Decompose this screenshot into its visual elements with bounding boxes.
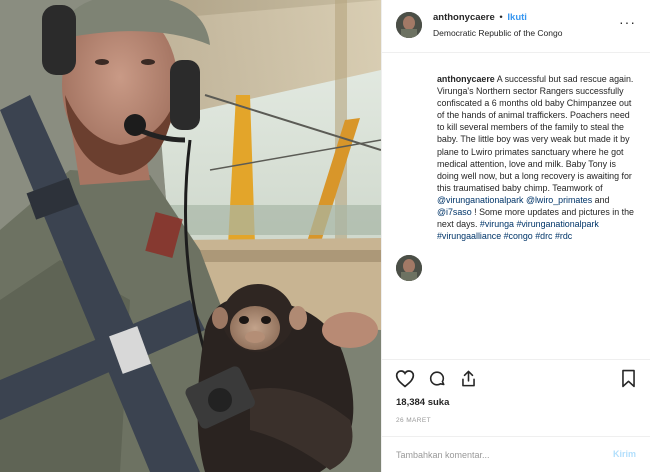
- avatar-image: [396, 12, 422, 38]
- likes-count[interactable]: 18,384 suka: [396, 397, 449, 408]
- heart-icon[interactable]: [395, 369, 415, 388]
- caption-username[interactable]: anthonycaere: [437, 74, 495, 84]
- header-user-line: anthonycaere • Ikuti: [433, 12, 527, 23]
- post-photo[interactable]: [0, 0, 381, 472]
- bookmark-icon[interactable]: [620, 369, 637, 388]
- caption-avatar[interactable]: [396, 255, 422, 281]
- post-actions: 18,384 suka 26 MARET Kirim: [382, 359, 650, 473]
- post-header: anthonycaere • Ikuti Democratic Republic…: [382, 0, 650, 53]
- comment-icon[interactable]: [427, 369, 447, 388]
- comments-area[interactable]: anthonycaere A successful but sad rescue…: [382, 53, 650, 358]
- mention-link[interactable]: @lwiro_primates: [526, 195, 592, 205]
- caption-and: and: [592, 194, 610, 205]
- separator-dot: •: [499, 12, 503, 23]
- location-link[interactable]: Democratic Republic of the Congo: [433, 28, 562, 38]
- instagram-post: anthonycaere • Ikuti Democratic Republic…: [0, 0, 650, 472]
- avatar-image: [396, 255, 422, 281]
- post-caption: anthonycaere A successful but sad rescue…: [437, 73, 637, 242]
- hashtag-link[interactable]: #virunga: [480, 219, 514, 229]
- post-sidebar: anthonycaere • Ikuti Democratic Republic…: [381, 0, 650, 472]
- post-date[interactable]: 26 MARET: [396, 417, 431, 424]
- share-icon[interactable]: [459, 369, 478, 388]
- photo-illustration: [0, 0, 381, 472]
- hashtag-link[interactable]: #drc: [535, 231, 552, 241]
- mention-link[interactable]: @i7saso: [437, 207, 472, 217]
- follow-button[interactable]: Ikuti: [507, 12, 527, 23]
- comment-input[interactable]: [394, 446, 598, 464]
- avatar[interactable]: [396, 12, 422, 38]
- hashtag-link[interactable]: #virunganationalpark: [516, 219, 598, 229]
- mention-link[interactable]: @virunganationalpark: [437, 195, 523, 205]
- post-comment-button[interactable]: Kirim: [613, 449, 636, 459]
- comment-bar: Kirim: [382, 436, 650, 474]
- caption-text: A successful but sad rescue again. Virun…: [437, 74, 634, 193]
- hashtag-link[interactable]: #rdc: [555, 231, 572, 241]
- header-username[interactable]: anthonycaere: [433, 12, 495, 23]
- hashtag-link[interactable]: #virungaalliance: [437, 231, 501, 241]
- ellipsis-icon[interactable]: ···: [619, 14, 636, 30]
- hashtag-link[interactable]: #congo: [504, 231, 533, 241]
